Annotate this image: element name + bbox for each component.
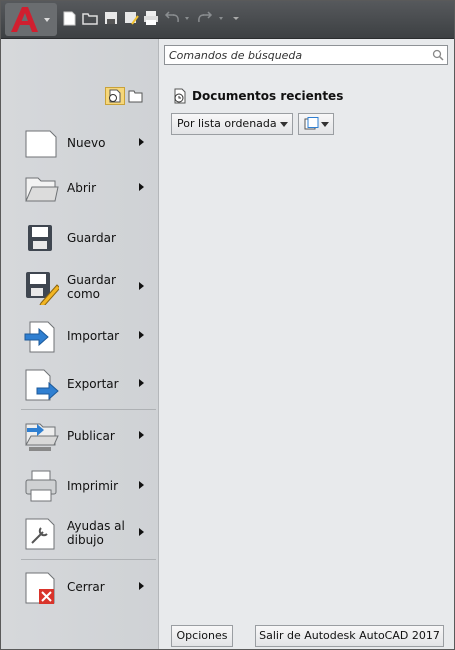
menu-item-guardar[interactable]: Guardar (23, 216, 153, 260)
application-menu: Nuevo Abrir Guardar Guardar como Importa… (0, 0, 455, 650)
submenu-arrow-icon (139, 431, 144, 439)
menu-item-imprimir[interactable]: Imprimir (23, 464, 153, 508)
search-commands-input[interactable]: Comandos de búsqueda (164, 45, 448, 65)
menu-item-label: Abrir (67, 181, 97, 195)
menu-item-label-line2: dibujo (67, 533, 104, 547)
menu-item-exportar[interactable]: Exportar (23, 362, 153, 406)
printer-icon (25, 470, 57, 502)
submenu-arrow-icon (139, 183, 144, 191)
menu-item-nuevo[interactable]: Nuevo (23, 121, 153, 165)
recent-documents-title: Documentos recientes (192, 89, 344, 103)
search-icon[interactable] (432, 49, 444, 61)
menu-item-publicar[interactable]: Publicar (23, 414, 153, 458)
open-folder-icon (25, 177, 59, 202)
display-options-dropdown[interactable] (298, 113, 334, 135)
submenu-arrow-icon (139, 582, 144, 590)
chevron-down-icon (321, 122, 329, 127)
sort-order-dropdown[interactable]: Por lista ordenada (171, 113, 293, 135)
save-disk-icon (28, 225, 52, 251)
chevron-down-icon (280, 122, 288, 127)
menu-item-label: Guardar (67, 231, 116, 245)
application-button[interactable] (5, 3, 57, 36)
submenu-arrow-icon (139, 138, 144, 146)
menu-item-ayudas-dibujo[interactable]: Ayudas al dibujo (23, 511, 153, 555)
import-icon (24, 321, 55, 353)
customize-dropdown-icon[interactable] (231, 10, 243, 26)
menu-item-label: Exportar (67, 377, 119, 391)
drawing-utilities-icon (25, 518, 55, 550)
menu-item-label: Imprimir (67, 479, 119, 493)
open-folder-icon[interactable] (82, 10, 98, 26)
separator (21, 409, 156, 410)
menu-item-importar[interactable]: Importar (23, 314, 153, 358)
title-bar (1, 1, 454, 39)
menu-item-label-line2: como (67, 287, 100, 301)
options-button[interactable]: Opciones (171, 625, 233, 647)
recent-documents-icon (174, 88, 186, 104)
icon-view-icon (304, 117, 319, 130)
open-docs-toggle-icon[interactable] (128, 90, 143, 103)
save-as-icon (26, 272, 59, 305)
redo-icon[interactable] (197, 10, 225, 26)
submenu-arrow-icon (139, 282, 144, 290)
view-toggle (105, 87, 143, 105)
submenu-arrow-icon (139, 481, 144, 489)
save-icon[interactable] (103, 10, 119, 26)
new-file-icon[interactable] (61, 10, 77, 26)
new-document-icon (25, 130, 57, 158)
menu-item-cerrar[interactable]: Cerrar (23, 565, 153, 609)
search-placeholder: Comandos de búsqueda (169, 49, 303, 62)
submenu-arrow-icon (139, 528, 144, 536)
exit-autocad-button[interactable]: Salir de Autodesk AutoCAD 2017 (255, 625, 444, 647)
submenu-arrow-icon (139, 379, 144, 387)
menu-item-label: Publicar (67, 429, 115, 443)
menu-item-abrir[interactable]: Abrir (23, 166, 153, 210)
separator (21, 559, 156, 560)
publish-icon (25, 423, 59, 451)
save-as-icon[interactable] (123, 10, 139, 26)
menu-item-label: Importar (67, 329, 120, 343)
print-icon[interactable] (143, 10, 159, 26)
menu-item-label: Guardar (67, 273, 116, 287)
autocad-logo-icon (5, 3, 57, 36)
undo-icon[interactable] (163, 10, 191, 26)
close-document-icon (25, 572, 55, 604)
sort-order-value: Por lista ordenada (177, 117, 277, 130)
menu-item-label: Cerrar (67, 580, 105, 594)
menu-item-guardar-como[interactable]: Guardar como (23, 265, 153, 309)
menu-item-label: Nuevo (67, 136, 106, 150)
submenu-arrow-icon (139, 331, 144, 339)
menu-item-label: Ayudas al (67, 519, 125, 533)
export-icon (25, 369, 59, 401)
